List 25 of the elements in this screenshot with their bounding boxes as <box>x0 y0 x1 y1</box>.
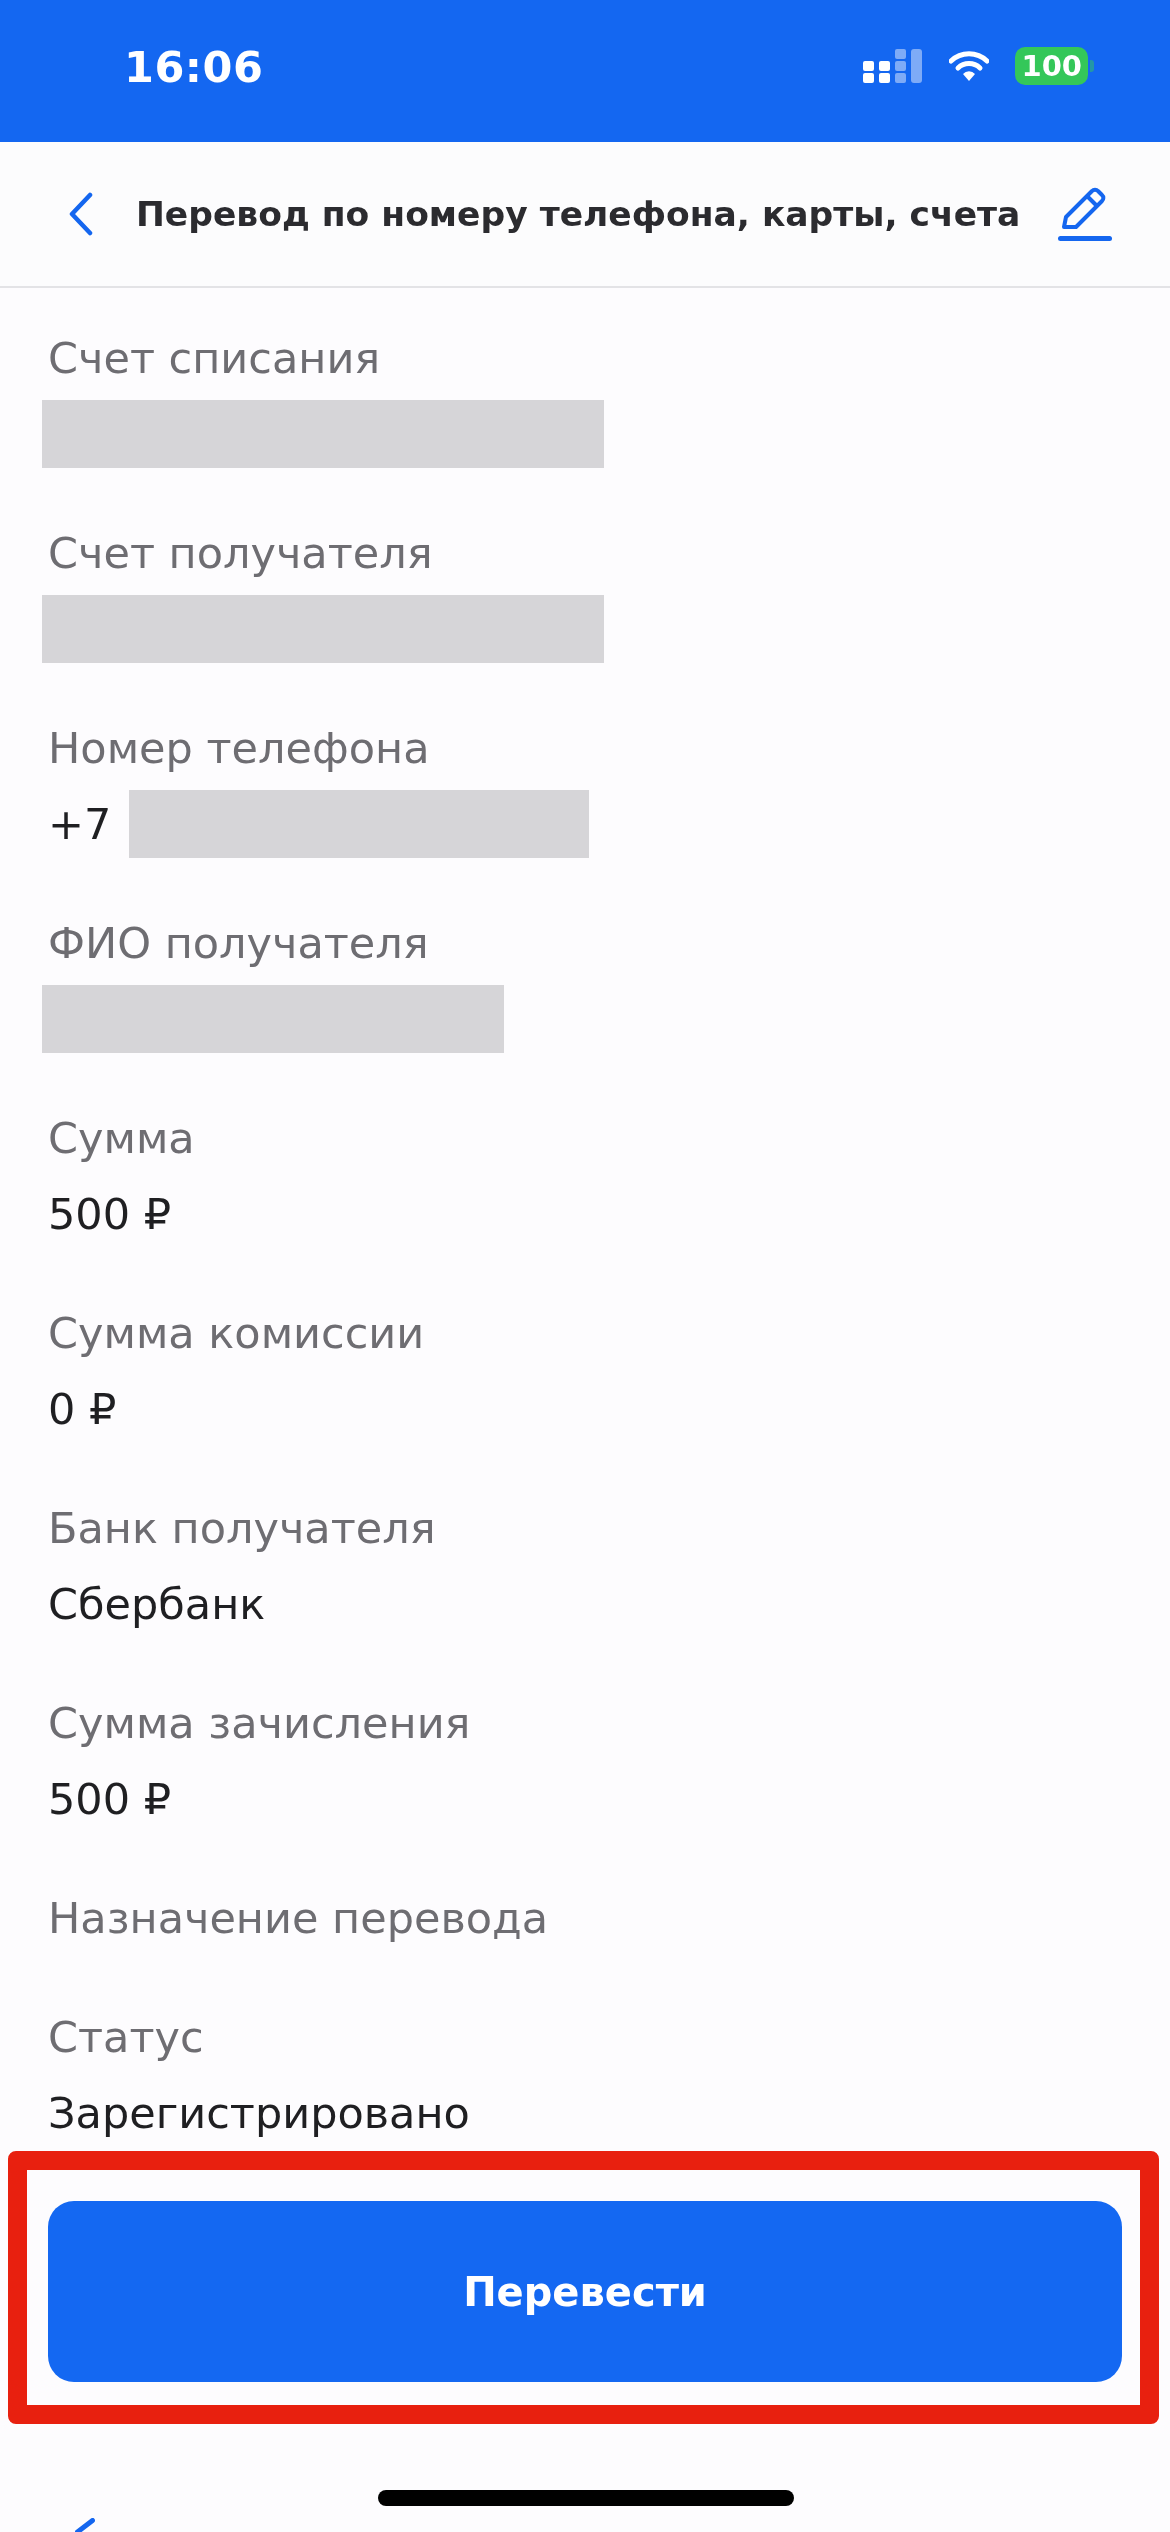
field-value: +7 <box>48 798 112 851</box>
field-label: Статус <box>48 2011 204 2064</box>
field-label: ФИО получателя <box>48 917 429 970</box>
field-label: Сумма комиссии <box>48 1307 425 1360</box>
field-label: Назначение перевода <box>48 1892 549 1945</box>
transfer-button[interactable]: Перевести <box>48 2201 1122 2382</box>
pencil-icon[interactable] <box>1056 185 1114 243</box>
field-label: Счет списания <box>48 332 381 385</box>
signal-icon <box>863 49 924 83</box>
field-label: Сумма зачисления <box>48 1697 471 1750</box>
field-value: 0 ₽ <box>48 1383 117 1436</box>
field-label: Банк получателя <box>48 1502 436 1555</box>
field-label: Номер телефона <box>48 722 430 775</box>
battery-indicator: 100 <box>1015 47 1094 85</box>
field-label: Сумма <box>48 1112 195 1165</box>
wifi-icon <box>949 50 990 82</box>
field-value: Зарегистрировано <box>48 2087 470 2140</box>
field-value: 500 ₽ <box>48 1773 172 1826</box>
back-chevron-icon[interactable] <box>68 192 94 236</box>
chevron-icon <box>75 2518 95 2532</box>
field-label: Счет получателя <box>48 527 433 580</box>
field-value: 500 ₽ <box>48 1188 172 1241</box>
field-value: Сбербанк <box>48 1578 266 1631</box>
screen-title: Перевод по номеру телефона, карты, счета <box>136 194 1022 234</box>
status-time: 16:06 <box>124 42 264 92</box>
